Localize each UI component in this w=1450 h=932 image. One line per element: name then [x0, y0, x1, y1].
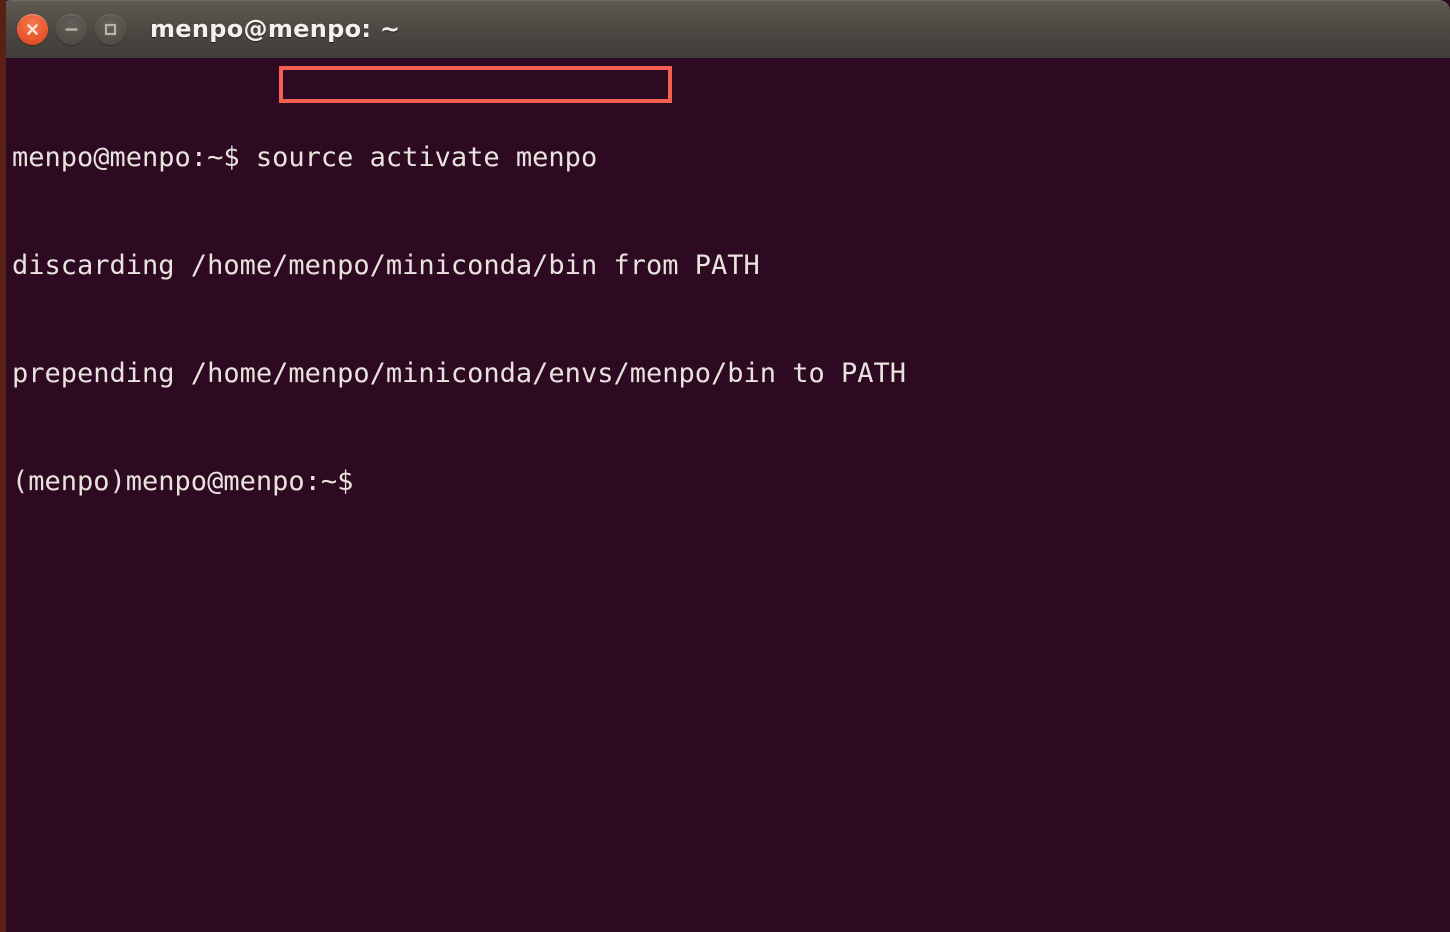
terminal-line-discarding: discarding /home/menpo/miniconda/bin fro… — [12, 250, 760, 281]
terminal-screen[interactable]: menpo@menpo:~$ source activate menpo dis… — [6, 58, 1450, 932]
window-controls — [17, 13, 126, 45]
maximize-button[interactable] — [95, 13, 126, 45]
close-icon — [27, 23, 38, 35]
terminal-output: menpo@menpo:~$ source activate menpo dis… — [12, 68, 1450, 572]
maximize-icon — [104, 23, 117, 35]
terminal-line-command: menpo@menpo:~$ source activate menpo — [12, 142, 598, 173]
minimize-button[interactable] — [56, 13, 87, 45]
window-title: menpo@menpo: ~ — [150, 15, 401, 43]
terminal-line-prompt: (menpo)menpo@menpo:~$ — [12, 466, 354, 497]
minimize-icon — [65, 27, 78, 31]
close-button[interactable] — [17, 13, 48, 45]
terminal-window: menpo@menpo: ~ menpo@menpo:~$ source act… — [0, 0, 1450, 932]
terminal-line-prepending: prepending /home/menpo/miniconda/envs/me… — [12, 358, 907, 389]
title-bar[interactable]: menpo@menpo: ~ — [6, 0, 1450, 58]
